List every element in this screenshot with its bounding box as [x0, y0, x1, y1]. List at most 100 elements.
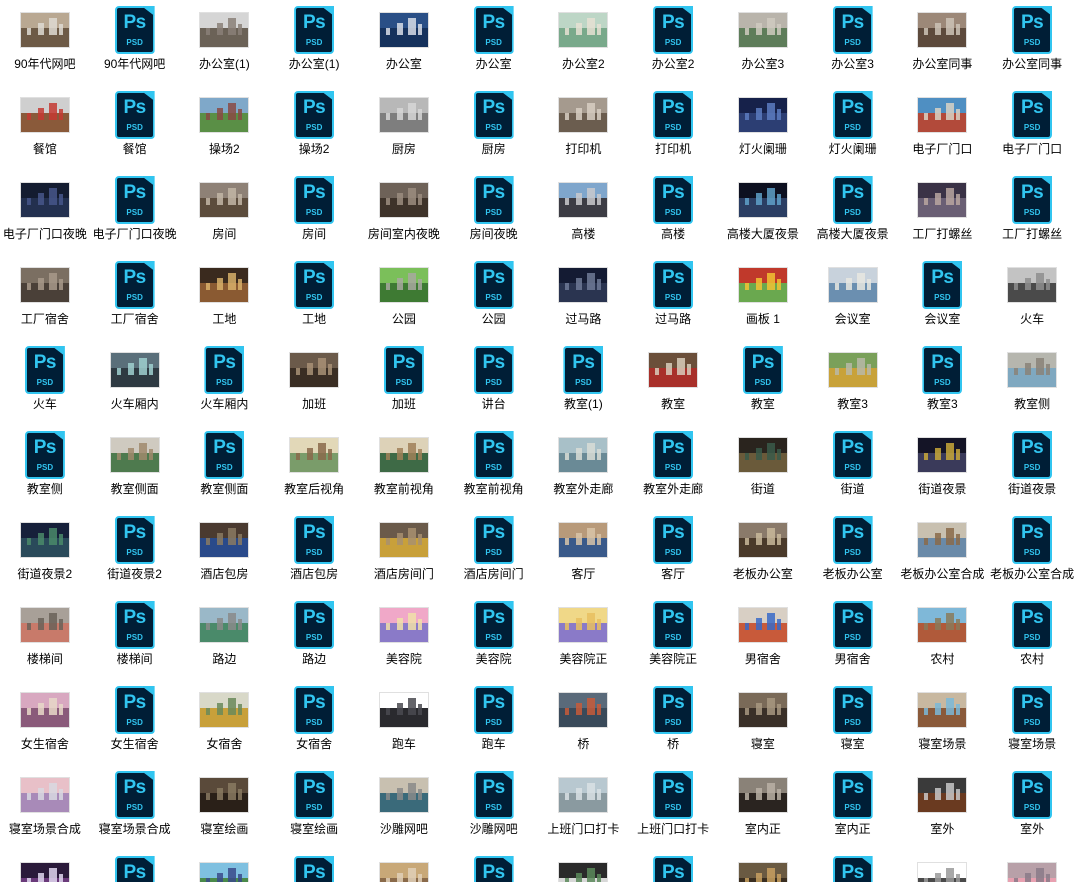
file-item[interactable]: 网吧前台: [718, 852, 808, 882]
file-item[interactable]: Ps PSD 工地: [269, 257, 359, 342]
file-item[interactable]: Ps PSD 女宿舍: [269, 682, 359, 767]
file-item[interactable]: 网吧VIP: [359, 852, 449, 882]
file-item[interactable]: Ps PSD 厨房: [449, 87, 539, 172]
file-item[interactable]: 农村: [898, 597, 988, 682]
file-item[interactable]: 男宿舍: [718, 597, 808, 682]
file-item[interactable]: 楼梯间: [0, 597, 90, 682]
file-item[interactable]: 外车窗: [180, 852, 270, 882]
file-item[interactable]: 工厂打螺丝: [898, 172, 988, 257]
file-item[interactable]: 卧室(1): [987, 852, 1077, 882]
file-item[interactable]: 工厂宿舍: [0, 257, 90, 342]
file-item[interactable]: 餐馆: [0, 87, 90, 172]
file-item[interactable]: 沙雕网吧: [359, 767, 449, 852]
file-item[interactable]: Ps PSD 老板办公室合成: [987, 512, 1077, 597]
file-item[interactable]: Ps PSD 打印机: [628, 87, 718, 172]
file-item[interactable]: Ps PSD 过马路: [628, 257, 718, 342]
file-item[interactable]: Ps PSD 女生宿舍: [90, 682, 180, 767]
file-item[interactable]: Ps PSD 办公室: [449, 2, 539, 87]
file-item[interactable]: 卫生纸: [898, 852, 988, 882]
file-item[interactable]: PsPSD天台: [90, 852, 180, 882]
file-item[interactable]: Ps PSD 寝室绘画: [269, 767, 359, 852]
file-item[interactable]: Ps PSD 电子厂门口: [987, 87, 1077, 172]
file-item[interactable]: Ps PSD 老板办公室: [808, 512, 898, 597]
file-item[interactable]: 街道: [718, 427, 808, 512]
file-item[interactable]: Ps PSD 电子厂门口夜晚: [90, 172, 180, 257]
file-item[interactable]: 过马路: [539, 257, 629, 342]
file-item[interactable]: 天台: [0, 852, 90, 882]
file-item[interactable]: Ps PSD 室内正: [808, 767, 898, 852]
file-item[interactable]: Ps PSD 加班: [359, 342, 449, 427]
file-item[interactable]: 教室: [628, 342, 718, 427]
file-item[interactable]: Ps PSD 教室前视角: [449, 427, 539, 512]
file-item[interactable]: 寝室场景: [898, 682, 988, 767]
file-item[interactable]: Ps PSD 操场2: [269, 87, 359, 172]
file-item[interactable]: Ps PSD 火车厢内: [180, 342, 270, 427]
file-item[interactable]: 教室后视角: [269, 427, 359, 512]
file-item[interactable]: Ps PSD 客厅: [628, 512, 718, 597]
file-item[interactable]: 办公室(1): [180, 2, 270, 87]
file-item[interactable]: PsPSD网吧VIP: [449, 852, 539, 882]
file-item[interactable]: 寝室绘画: [180, 767, 270, 852]
file-item[interactable]: 操场2: [180, 87, 270, 172]
file-item[interactable]: Ps PSD 农村: [987, 597, 1077, 682]
file-item[interactable]: Ps PSD 房间夜晚: [449, 172, 539, 257]
file-item[interactable]: 办公室: [359, 2, 449, 87]
file-item[interactable]: 寝室: [718, 682, 808, 767]
file-item[interactable]: 房间室内夜晚: [359, 172, 449, 257]
file-item[interactable]: 火车: [987, 257, 1077, 342]
file-item[interactable]: 工地: [180, 257, 270, 342]
file-item[interactable]: Ps PSD 酒店包房: [269, 512, 359, 597]
file-item[interactable]: 酒店包房: [180, 512, 270, 597]
file-item[interactable]: PsPSD网吧前台: [808, 852, 898, 882]
file-item[interactable]: 街道夜景2: [0, 512, 90, 597]
file-item[interactable]: 房间: [180, 172, 270, 257]
file-item[interactable]: 办公室3: [718, 2, 808, 87]
file-item[interactable]: 公园: [359, 257, 449, 342]
file-item[interactable]: Ps PSD 办公室2: [628, 2, 718, 87]
file-item[interactable]: Ps PSD 办公室同事: [987, 2, 1077, 87]
file-item[interactable]: Ps PSD 美容院正: [628, 597, 718, 682]
file-item[interactable]: 办公室2: [539, 2, 629, 87]
file-item[interactable]: Ps PSD 工厂打螺丝: [987, 172, 1077, 257]
file-item[interactable]: Ps PSD 火车: [0, 342, 90, 427]
file-item[interactable]: Ps PSD 教室: [718, 342, 808, 427]
file-item[interactable]: 高楼: [539, 172, 629, 257]
file-item[interactable]: Ps PSD 桥: [628, 682, 718, 767]
file-item[interactable]: 教室侧面: [90, 427, 180, 512]
file-item[interactable]: 教室侧: [987, 342, 1077, 427]
file-item[interactable]: 跑车: [359, 682, 449, 767]
file-item[interactable]: 街道夜景: [898, 427, 988, 512]
file-item[interactable]: 室外: [898, 767, 988, 852]
file-item[interactable]: Ps PSD 酒店房间门: [449, 512, 539, 597]
file-item[interactable]: 灯火阑珊: [718, 87, 808, 172]
file-item[interactable]: 办公室同事: [898, 2, 988, 87]
file-item[interactable]: Ps PSD 餐馆: [90, 87, 180, 172]
file-item[interactable]: Ps PSD 灯火阑珊: [808, 87, 898, 172]
file-item[interactable]: 火车厢内: [90, 342, 180, 427]
file-item[interactable]: Ps PSD 教室(1): [539, 342, 629, 427]
file-item[interactable]: 电子厂门口: [898, 87, 988, 172]
file-item[interactable]: PsPSD网吧横排: [628, 852, 718, 882]
file-item[interactable]: Ps PSD 会议室: [898, 257, 988, 342]
file-item[interactable]: Ps PSD 办公室3: [808, 2, 898, 87]
file-item[interactable]: 老板办公室: [718, 512, 808, 597]
file-item[interactable]: PsPSD外车窗: [269, 852, 359, 882]
file-item[interactable]: Ps PSD 教室外走廊: [628, 427, 718, 512]
file-item[interactable]: Ps PSD 室外: [987, 767, 1077, 852]
file-item[interactable]: 厨房: [359, 87, 449, 172]
file-item[interactable]: Ps PSD 街道夜景: [987, 427, 1077, 512]
file-item[interactable]: Ps PSD 高楼: [628, 172, 718, 257]
file-item[interactable]: 酒店房间门: [359, 512, 449, 597]
file-item[interactable]: Ps PSD 美容院: [449, 597, 539, 682]
file-item[interactable]: 打印机: [539, 87, 629, 172]
file-item[interactable]: 老板办公室合成: [898, 512, 988, 597]
file-item[interactable]: 高楼大厦夜景: [718, 172, 808, 257]
file-item[interactable]: 教室3: [808, 342, 898, 427]
file-item[interactable]: 教室外走廊: [539, 427, 629, 512]
file-item[interactable]: 90年代网吧: [0, 2, 90, 87]
file-item[interactable]: Ps PSD 街道夜景2: [90, 512, 180, 597]
file-item[interactable]: Ps PSD 高楼大厦夜景: [808, 172, 898, 257]
file-item[interactable]: 女宿舍: [180, 682, 270, 767]
file-item[interactable]: 加班: [269, 342, 359, 427]
file-item[interactable]: Ps PSD 楼梯间: [90, 597, 180, 682]
